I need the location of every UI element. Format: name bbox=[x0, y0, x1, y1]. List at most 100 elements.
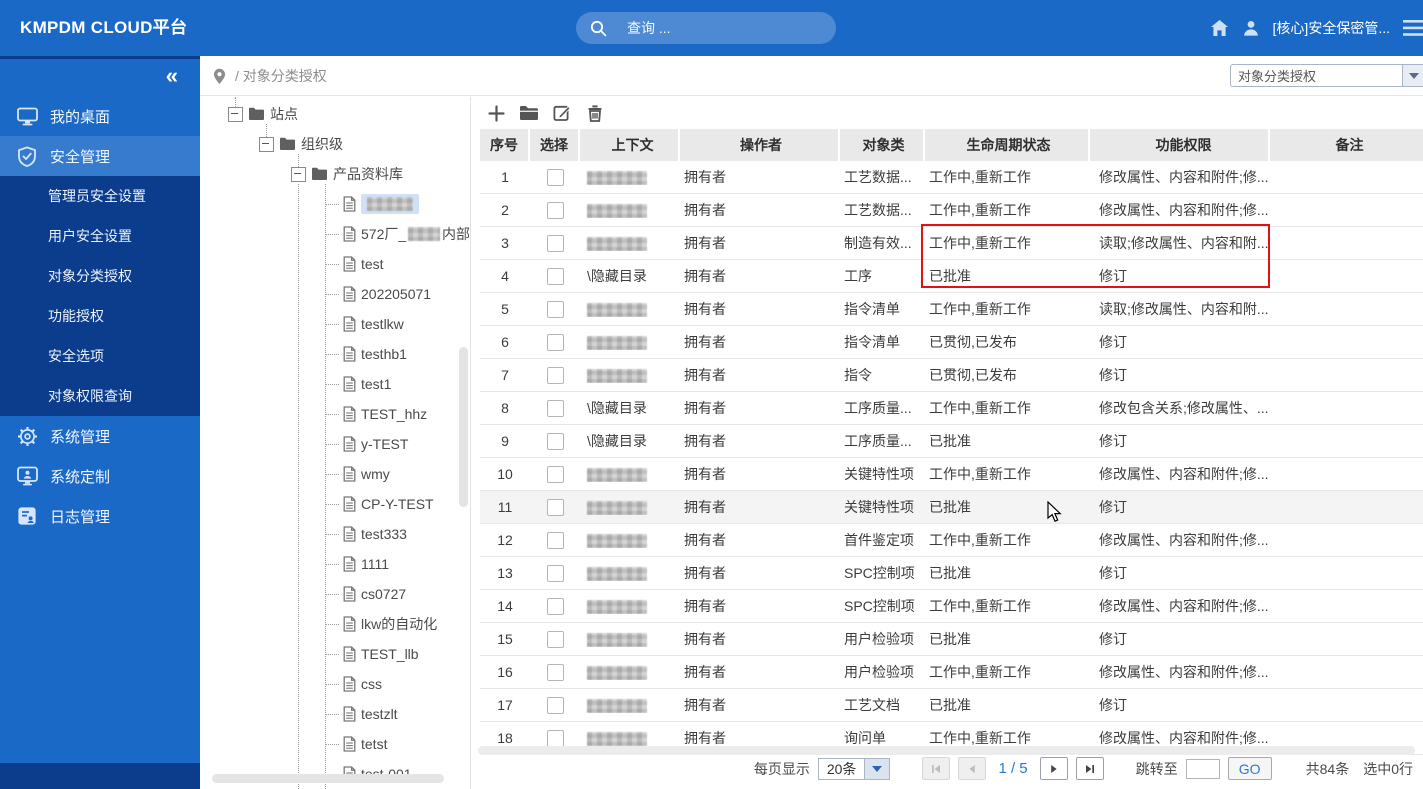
row-checkbox[interactable] bbox=[546, 696, 564, 714]
tree-node-tetst[interactable]: tetst bbox=[200, 729, 470, 759]
tree-node-test333[interactable]: test333 bbox=[200, 519, 470, 549]
tree-node-cp-y-test[interactable]: CP-Y-TEST bbox=[200, 489, 470, 519]
row-checkbox[interactable] bbox=[546, 465, 564, 483]
table-row[interactable]: 3 拥有者 制造有效... 工作中,重新工作 读取;修改属性、内容和附... bbox=[480, 227, 1423, 260]
first-page-button[interactable] bbox=[922, 757, 951, 780]
table-row[interactable]: 4 \隐藏目录 拥有者 工序 已批准 修订 bbox=[480, 260, 1423, 293]
trash-button[interactable] bbox=[585, 103, 605, 123]
prev-page-button[interactable] bbox=[958, 757, 987, 780]
tree-expand-toggle[interactable] bbox=[291, 166, 306, 182]
user-icon[interactable] bbox=[1242, 19, 1260, 37]
table-row[interactable]: 9 \隐藏目录 拥有者 工序质量... 已批准 修订 bbox=[480, 425, 1423, 458]
column-header-5[interactable]: 生命周期状态 bbox=[925, 129, 1090, 161]
tree-node-572厂_[interactable]: 572厂_ 内部 bbox=[200, 219, 470, 249]
sidebar-item-object-class-auth[interactable]: 对象分类授权 bbox=[0, 256, 200, 296]
tree-node-wmy[interactable]: wmy bbox=[200, 459, 470, 489]
column-header-1[interactable]: 选择 bbox=[530, 129, 580, 161]
tree-vertical-scrollbar[interactable] bbox=[459, 347, 468, 507]
row-checkbox[interactable] bbox=[546, 201, 564, 219]
table-row[interactable]: 8 \隐藏目录 拥有者 工序质量... 工作中,重新工作 修改包含关系;修改属性、... bbox=[480, 392, 1423, 425]
sidebar-item-security-mgmt[interactable]: 安全管理 bbox=[0, 136, 200, 176]
column-header-7[interactable]: 备注 bbox=[1270, 129, 1423, 161]
column-header-2[interactable]: 上下文 bbox=[580, 129, 680, 161]
page-size-select[interactable]: 20条 bbox=[817, 757, 891, 780]
row-checkbox[interactable] bbox=[546, 432, 564, 450]
last-page-button[interactable] bbox=[1075, 757, 1104, 780]
global-search-input[interactable]: 查询 ... bbox=[576, 12, 836, 44]
sidebar-item-user-security-settings[interactable]: 用户安全设置 bbox=[0, 216, 200, 256]
tree-node-testlkw[interactable]: testlkw bbox=[200, 309, 470, 339]
tree-expand-toggle[interactable] bbox=[228, 106, 243, 122]
chevron-down-icon[interactable] bbox=[1402, 65, 1423, 86]
sidebar-item-object-perm-query[interactable]: 对象权限查询 bbox=[0, 376, 200, 416]
table-row[interactable]: 14 拥有者 SPC控制项 工作中,重新工作 修改属性、内容和附件;修... bbox=[480, 590, 1423, 623]
user-scope-label[interactable]: [核心]安全保密管... bbox=[1273, 18, 1390, 38]
tree-node-redacted[interactable] bbox=[200, 189, 470, 219]
sidebar-item-system-mgmt[interactable]: 系统管理 bbox=[0, 416, 200, 456]
edit-button[interactable] bbox=[552, 103, 572, 123]
next-page-button[interactable] bbox=[1039, 757, 1068, 780]
folder-button[interactable] bbox=[519, 103, 539, 123]
tree-node-cs0727[interactable]: cs0727 bbox=[200, 579, 470, 609]
table-horizontal-scrollbar[interactable] bbox=[478, 746, 1415, 755]
tree-node-test[interactable]: test bbox=[200, 249, 470, 279]
home-icon[interactable] bbox=[1210, 19, 1229, 37]
sidebar-item-admin-security-settings[interactable]: 管理员安全设置 bbox=[0, 176, 200, 216]
tree-horizontal-scrollbar[interactable] bbox=[212, 774, 444, 783]
table-row[interactable]: 6 拥有者 指令清单 已贯彻,已发布 修订 bbox=[480, 326, 1423, 359]
column-header-3[interactable]: 操作者 bbox=[680, 129, 840, 161]
table-row[interactable]: 17 拥有者 工艺文档 已批准 修订 bbox=[480, 689, 1423, 722]
row-checkbox[interactable] bbox=[546, 168, 564, 186]
row-checkbox[interactable] bbox=[546, 531, 564, 549]
row-checkbox[interactable] bbox=[546, 366, 564, 384]
tree-node-y-test[interactable]: y-TEST bbox=[200, 429, 470, 459]
view-select-dropdown[interactable]: 对象分类授权 bbox=[1230, 64, 1423, 87]
row-checkbox[interactable] bbox=[546, 300, 564, 318]
tree-node-1111[interactable]: 1111 bbox=[200, 549, 470, 579]
table-row[interactable]: 13 拥有者 SPC控制项 已批准 修订 bbox=[480, 557, 1423, 590]
row-checkbox[interactable] bbox=[546, 729, 564, 747]
sidebar-item-security-options[interactable]: 安全选项 bbox=[0, 336, 200, 376]
row-checkbox[interactable] bbox=[546, 630, 564, 648]
menu-icon[interactable] bbox=[1403, 19, 1423, 37]
tree-node-产品资料库[interactable]: 产品资料库 bbox=[200, 159, 470, 189]
sidebar-item-log-mgmt[interactable]: 日志管理 bbox=[0, 496, 200, 536]
column-header-6[interactable]: 功能权限 bbox=[1090, 129, 1270, 161]
row-checkbox[interactable] bbox=[546, 597, 564, 615]
row-checkbox[interactable] bbox=[546, 234, 564, 252]
tree-node-202205071[interactable]: 202205071 bbox=[200, 279, 470, 309]
tree-expand-toggle[interactable] bbox=[259, 136, 274, 152]
row-checkbox[interactable] bbox=[546, 564, 564, 582]
tree-node-testhb1[interactable]: testhb1 bbox=[200, 339, 470, 369]
chevron-down-icon[interactable] bbox=[864, 758, 890, 779]
tree-node-test_llb[interactable]: TEST_llb bbox=[200, 639, 470, 669]
go-button[interactable]: GO bbox=[1227, 757, 1272, 780]
tree-node-站点[interactable]: 站点 bbox=[200, 99, 470, 129]
table-row[interactable]: 15 拥有者 用户检验项 已批准 修订 bbox=[480, 623, 1423, 656]
row-checkbox[interactable] bbox=[546, 333, 564, 351]
table-row[interactable]: 10 拥有者 关键特性项 工作中,重新工作 修改属性、内容和附件;修... bbox=[480, 458, 1423, 491]
sidebar-collapse-button[interactable]: « bbox=[166, 65, 178, 87]
sidebar-item-function-auth[interactable]: 功能授权 bbox=[0, 296, 200, 336]
add-button[interactable] bbox=[486, 103, 506, 123]
column-header-4[interactable]: 对象类 bbox=[840, 129, 925, 161]
jump-page-input[interactable] bbox=[1185, 758, 1220, 779]
table-row[interactable]: 2 拥有者 工艺数据... 工作中,重新工作 修改属性、内容和附件;修... bbox=[480, 194, 1423, 227]
table-row[interactable]: 16 拥有者 用户检验项 工作中,重新工作 修改属性、内容和附件;修... bbox=[480, 656, 1423, 689]
row-checkbox[interactable] bbox=[546, 267, 564, 285]
tree-node-testzlt[interactable]: testzlt bbox=[200, 699, 470, 729]
tree-node-组织级[interactable]: 组织级 bbox=[200, 129, 470, 159]
tree-node-lkw的自动化[interactable]: lkw的自动化 bbox=[200, 609, 470, 639]
column-header-0[interactable]: 序号 bbox=[480, 129, 530, 161]
table-row[interactable]: 11 拥有者 关键特性项 已批准 修订 bbox=[480, 491, 1423, 524]
sidebar-item-system-custom[interactable]: 系统定制 bbox=[0, 456, 200, 496]
tree-node-test_hhz[interactable]: TEST_hhz bbox=[200, 399, 470, 429]
tree-node-css[interactable]: css bbox=[200, 669, 470, 699]
table-row[interactable]: 1 拥有者 工艺数据... 工作中,重新工作 修改属性、内容和附件;修... bbox=[480, 161, 1423, 194]
row-checkbox[interactable] bbox=[546, 498, 564, 516]
row-checkbox[interactable] bbox=[546, 663, 564, 681]
tree-node-test1[interactable]: test1 bbox=[200, 369, 470, 399]
sidebar-item-my-desktop[interactable]: 我的桌面 bbox=[0, 96, 200, 136]
table-row[interactable]: 7 拥有者 指令 已贯彻,已发布 修订 bbox=[480, 359, 1423, 392]
row-checkbox[interactable] bbox=[546, 399, 564, 417]
